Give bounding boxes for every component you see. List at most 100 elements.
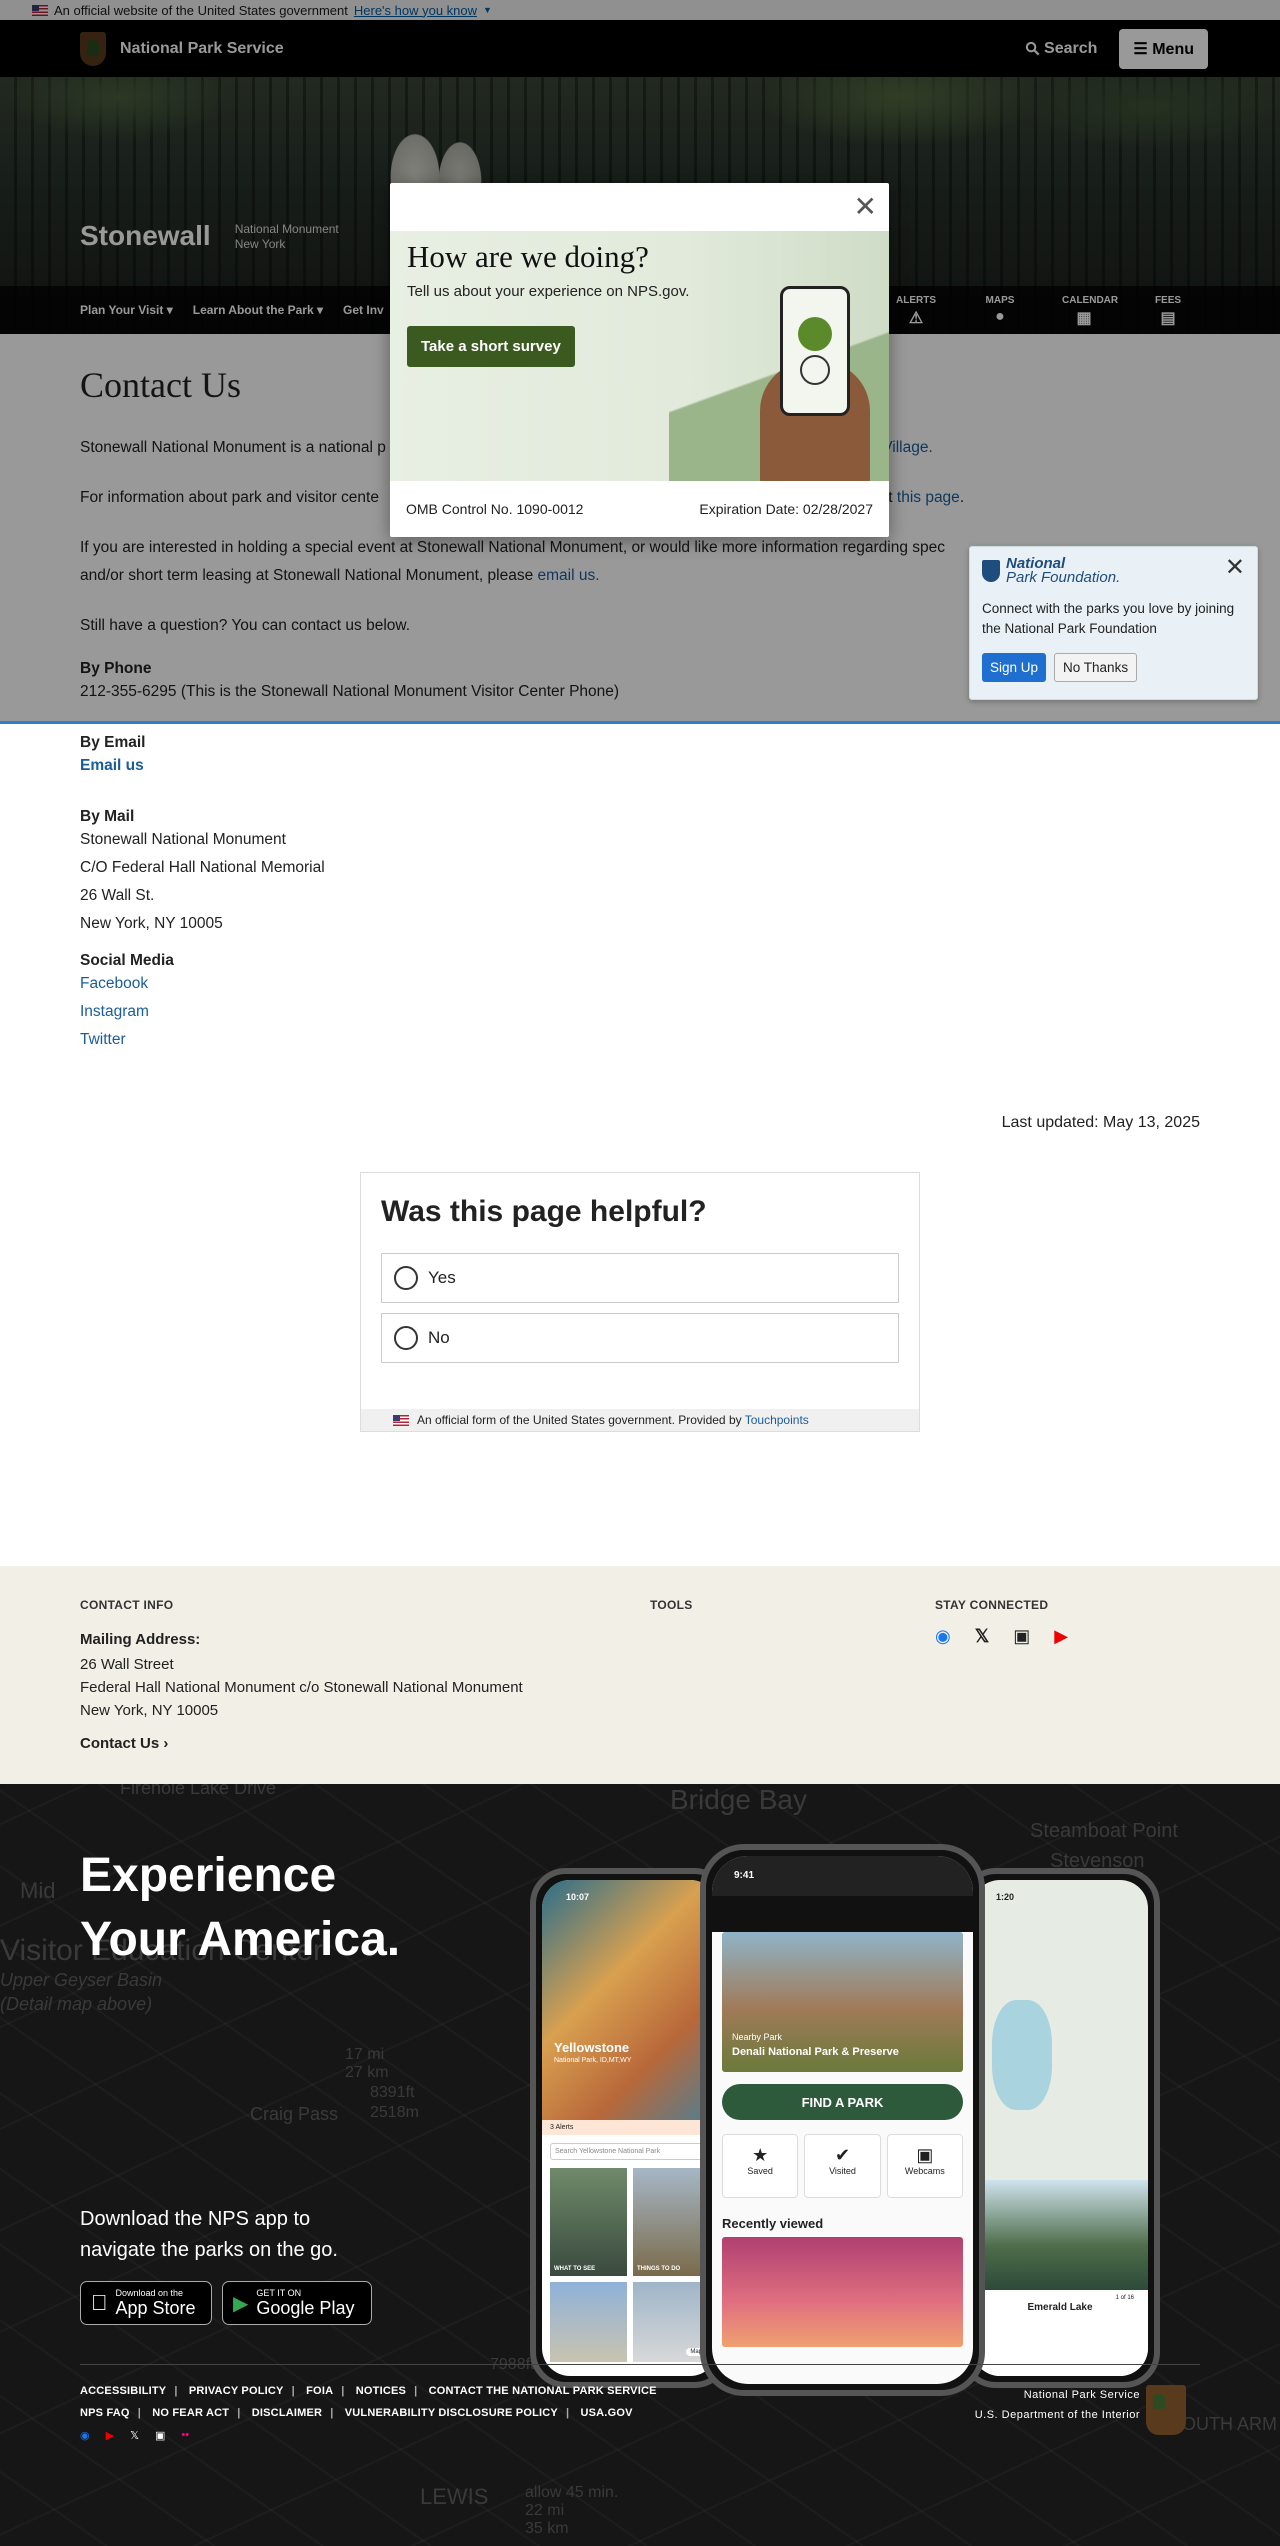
footer-contact-us-link[interactable]: Contact Us › (80, 1732, 523, 1755)
map-label: Upper Geyser Basin (0, 1970, 163, 1990)
map-label: 8391ft (370, 2084, 415, 2101)
tile-what-to-see: WHAT TO SEE (554, 2266, 596, 2272)
x-twitter-icon[interactable]: 𝕏 (975, 1626, 990, 1647)
notices-link[interactable]: NOTICES (356, 2385, 406, 2397)
us-flag-icon (393, 1414, 409, 1426)
disclaimer-link[interactable]: DISCLAIMER (252, 2407, 322, 2419)
omb-control: OMB Control No. 1090-0012 (406, 501, 584, 517)
contact-nps-link[interactable]: CONTACT THE NATIONAL PARK SERVICE (429, 2385, 657, 2397)
park-footer: CONTACT INFO Mailing Address: 26 Wall St… (0, 1566, 1280, 1784)
twitter-link[interactable]: Twitter (80, 1031, 126, 1048)
phone-recently-viewed: Recently viewed (722, 2216, 824, 2231)
map-label: Bridge Bay (670, 1784, 807, 1815)
find-a-park-button: FIND A PARK (722, 2084, 963, 2120)
by-mail-heading: By Mail (80, 808, 135, 825)
expiration-date: Expiration Date: 02/28/2027 (699, 501, 873, 517)
helpful-no-option[interactable]: No (381, 1313, 899, 1363)
npf-logo: National Park Foundation. (982, 556, 1245, 585)
phone-left-sub: National Park, ID,MT,WY (554, 2057, 632, 2064)
phone-visited: Visited (829, 2166, 856, 2176)
facebook-link[interactable]: Facebook (80, 975, 148, 992)
youtube-icon[interactable]: ▶ (106, 2429, 114, 2442)
map-label: Craig Pass (250, 2104, 339, 2124)
app-store-button[interactable]:  Download on theApp Store (80, 2281, 212, 2325)
map-label: allow 45 min. (525, 2484, 619, 2501)
instagram-icon[interactable]: ▣ (1013, 1626, 1030, 1647)
google-play-icon: ▶ (233, 2292, 249, 2315)
vulnerability-policy-link[interactable]: VULNERABILITY DISCLOSURE POLICY (345, 2407, 558, 2419)
helpful-no-label: No (428, 1328, 450, 1347)
flickr-icon[interactable]: •• (181, 2429, 189, 2442)
nps-arrowhead-logo-icon (1146, 2385, 1186, 2435)
instagram-icon[interactable]: ▣ (155, 2429, 165, 2442)
phone-center: 9:41 Nearby Park Denali National Park & … (700, 1844, 985, 2396)
map-label: 22 mi (525, 2502, 565, 2519)
phone-right: 1:20 Emerald Lake 1 of 16 (960, 1868, 1160, 2388)
phone-center-park: Denali National Park & Preserve (732, 2046, 899, 2058)
npf-shield-icon (982, 560, 1000, 582)
no-fear-act-link[interactable]: NO FEAR ACT (152, 2407, 229, 2419)
npf-sign-up-button[interactable]: Sign Up (982, 653, 1047, 682)
survey-title: How are we doing? (407, 239, 649, 274)
map-label: 27 km (345, 2064, 389, 2081)
facebook-icon[interactable]: ◉ (80, 2429, 90, 2442)
survey-modal: ✕ How are we doing? Tell us about your e… (390, 183, 889, 537)
radio-no[interactable] (394, 1326, 418, 1350)
foia-link[interactable]: FOIA (306, 2385, 333, 2397)
npf-no-thanks-button[interactable]: No Thanks (1054, 653, 1138, 682)
mailing-address-heading: Mailing Address: (80, 1631, 201, 1648)
facebook-icon[interactable]: ◉ (935, 1626, 951, 1647)
footer-addr-3: New York, NY 10005 (80, 1702, 219, 1719)
phone-illustration (780, 286, 850, 416)
survey-text: Tell us about your experience on NPS.gov… (407, 283, 690, 300)
google-play-button[interactable]: ▶ GET IT ON Google Play (222, 2281, 372, 2325)
mail-line-1: Stonewall National Monument (80, 831, 286, 848)
experience-title: Experience Your America. (80, 1849, 401, 1966)
contact-info-heading: CONTACT INFO (80, 1598, 174, 1612)
tile-things-to-do: THINGS TO DO (637, 2266, 681, 2272)
footer-addr-2: Federal Hall National Monument c/o Stone… (80, 1679, 523, 1696)
map-label: Steamboat Point (1030, 1820, 1178, 1842)
footer-addr-1: 26 Wall Street (80, 1656, 174, 1673)
usa-gov-link[interactable]: USA.GOV (580, 2407, 632, 2419)
mail-line-3: 26 Wall St. (80, 887, 155, 904)
phone-center-time: 9:41 (712, 1856, 973, 1896)
map-label: Firehole Lake Drive (120, 1784, 277, 1798)
email-us-link[interactable]: Email us (80, 757, 144, 774)
map-label: LEWIS (420, 2484, 489, 2509)
helpful-footer: An official form of the United States go… (361, 1409, 919, 1431)
youtube-icon[interactable]: ▶ (1054, 1626, 1068, 1647)
phone-right-pager: 1 of 16 (1115, 2295, 1134, 2301)
phone-right-lake: Emerald Lake (1027, 2302, 1093, 2313)
social-media-heading: Social Media (80, 952, 174, 969)
phone-center-nearby: Nearby Park (732, 2032, 783, 2042)
phone-webcams: Webcams (904, 2166, 945, 2176)
phone-saved: Saved (747, 2166, 773, 2176)
helpful-yes-option[interactable]: Yes (381, 1253, 899, 1303)
instagram-link[interactable]: Instagram (80, 1003, 149, 1020)
npf-close-icon[interactable]: ✕ (1225, 553, 1245, 582)
apple-icon:  (91, 2290, 108, 2316)
mail-line-2: C/O Federal Hall National Memorial (80, 859, 325, 876)
legal-footer: ACCESSIBILITY | PRIVACY POLICY | FOIA | NOT… (80, 2364, 1200, 2442)
map-label: (Detail map above) (0, 1994, 153, 2014)
map-label: 2518m (370, 2104, 419, 2121)
radio-yes[interactable] (394, 1266, 418, 1290)
privacy-policy-link[interactable]: PRIVACY POLICY (189, 2385, 284, 2397)
x-twitter-icon[interactable]: 𝕏 (130, 2429, 139, 2442)
phone-right-time: 1:20 (996, 1892, 1015, 1902)
by-email-heading: By Email (80, 734, 146, 751)
take-survey-button[interactable]: Take a short survey (407, 326, 575, 367)
last-updated: Last updated: May 13, 2025 (1001, 1114, 1200, 1131)
accessibility-link[interactable]: ACCESSIBILITY (80, 2385, 166, 2397)
nps-faq-link[interactable]: NPS FAQ (80, 2407, 130, 2419)
overlay-edge (0, 721, 1280, 724)
npf-popup: National Park Foundation. ✕ Connect with … (969, 546, 1258, 700)
legal-social: ◉ ▶ 𝕏 ▣ •• (80, 2429, 1200, 2442)
phone-left-park: Yellowstone (554, 2040, 630, 2055)
touchpoints-link[interactable]: Touchpoints (745, 1413, 809, 1427)
experience-subtitle: Download the NPS app to navigate the par… (80, 2208, 338, 2261)
survey-close-icon[interactable]: ✕ (854, 193, 877, 221)
app-promo-footer: Bridge Bay Steamboat Point Stevenson Vis… (0, 1784, 1280, 2546)
helpful-title: Was this page helpful? (381, 1195, 707, 1228)
